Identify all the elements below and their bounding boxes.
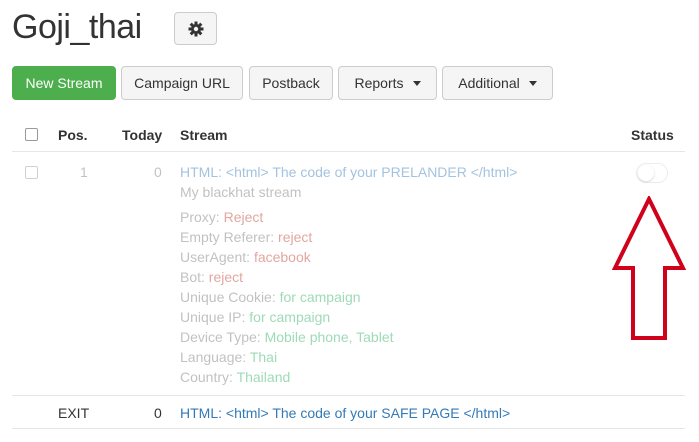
filter-label: Language: — [180, 349, 247, 365]
column-header-status[interactable]: Status — [631, 127, 674, 143]
select-all-checkbox[interactable] — [25, 128, 38, 141]
new-stream-button[interactable]: New Stream — [12, 66, 116, 100]
reports-label: Reports — [354, 75, 404, 91]
row-divider — [12, 395, 685, 396]
stream-title-link[interactable]: HTML: <html> The code of your PRELANDER … — [180, 164, 517, 180]
column-header-stream[interactable]: Stream — [180, 127, 227, 143]
filter-value: reject — [278, 229, 313, 245]
reports-dropdown[interactable]: Reports — [338, 66, 437, 100]
row-today: 0 — [154, 164, 162, 180]
filter-item: Unique Cookie: for campaign — [180, 289, 361, 305]
toggle-knob — [638, 165, 654, 181]
filter-item: Bot: reject — [180, 269, 243, 285]
page-title: Goji_thai — [12, 8, 142, 46]
column-header-pos[interactable]: Pos. — [58, 127, 88, 143]
filter-label: Empty Referer: — [180, 229, 275, 245]
campaign-url-label: Campaign URL — [134, 75, 230, 91]
filter-value: Mobile phone, Tablet — [264, 329, 394, 345]
filter-label: Proxy: — [180, 209, 220, 225]
filter-item: UserAgent: facebook — [180, 249, 311, 265]
new-stream-label: New Stream — [25, 75, 103, 91]
additional-dropdown[interactable]: Additional — [442, 66, 553, 100]
row-divider — [12, 428, 685, 429]
gear-icon — [188, 21, 203, 36]
postback-button[interactable]: Postback — [249, 66, 333, 100]
chevron-down-icon — [528, 80, 537, 86]
status-toggle[interactable] — [636, 163, 668, 183]
row-today: 0 — [154, 405, 162, 421]
row-pos: 1 — [80, 164, 88, 180]
filter-value: for campaign — [249, 309, 331, 325]
filter-item: Unique IP: for campaign — [180, 309, 330, 325]
filter-item: Country: Thailand — [180, 369, 290, 385]
filter-label: Country: — [180, 369, 233, 385]
chevron-down-icon — [412, 80, 421, 86]
filter-item: Language: Thai — [180, 349, 277, 365]
header-divider — [12, 151, 685, 152]
filter-value: facebook — [253, 249, 311, 265]
filter-label: Unique IP: — [180, 309, 246, 325]
settings-button[interactable] — [174, 12, 217, 45]
filter-value: Thailand — [236, 369, 291, 385]
filter-label: UserAgent: — [180, 249, 251, 265]
filter-label: Bot: — [180, 269, 205, 285]
filter-value: Reject — [223, 209, 264, 225]
filter-value: for campaign — [279, 289, 361, 305]
filter-label: Device Type: — [180, 329, 261, 345]
campaign-url-button[interactable]: Campaign URL — [121, 66, 243, 100]
filter-value: Thai — [249, 349, 278, 365]
filter-value: reject — [208, 269, 244, 285]
postback-label: Postback — [262, 75, 320, 91]
arrow-up-icon — [612, 196, 686, 340]
filter-item: Device Type: Mobile phone, Tablet — [180, 329, 394, 345]
row-checkbox[interactable] — [25, 166, 38, 179]
stream-title-link[interactable]: HTML: <html> The code of your SAFE PAGE … — [180, 405, 510, 421]
filter-item: Empty Referer: reject — [180, 229, 312, 245]
filter-item: Proxy: Reject — [180, 209, 263, 225]
row-pos: EXIT — [58, 405, 90, 421]
stream-name: My blackhat stream — [180, 184, 302, 200]
additional-label: Additional — [458, 75, 520, 91]
filter-label: Unique Cookie: — [180, 289, 276, 305]
column-header-today[interactable]: Today — [122, 127, 162, 143]
